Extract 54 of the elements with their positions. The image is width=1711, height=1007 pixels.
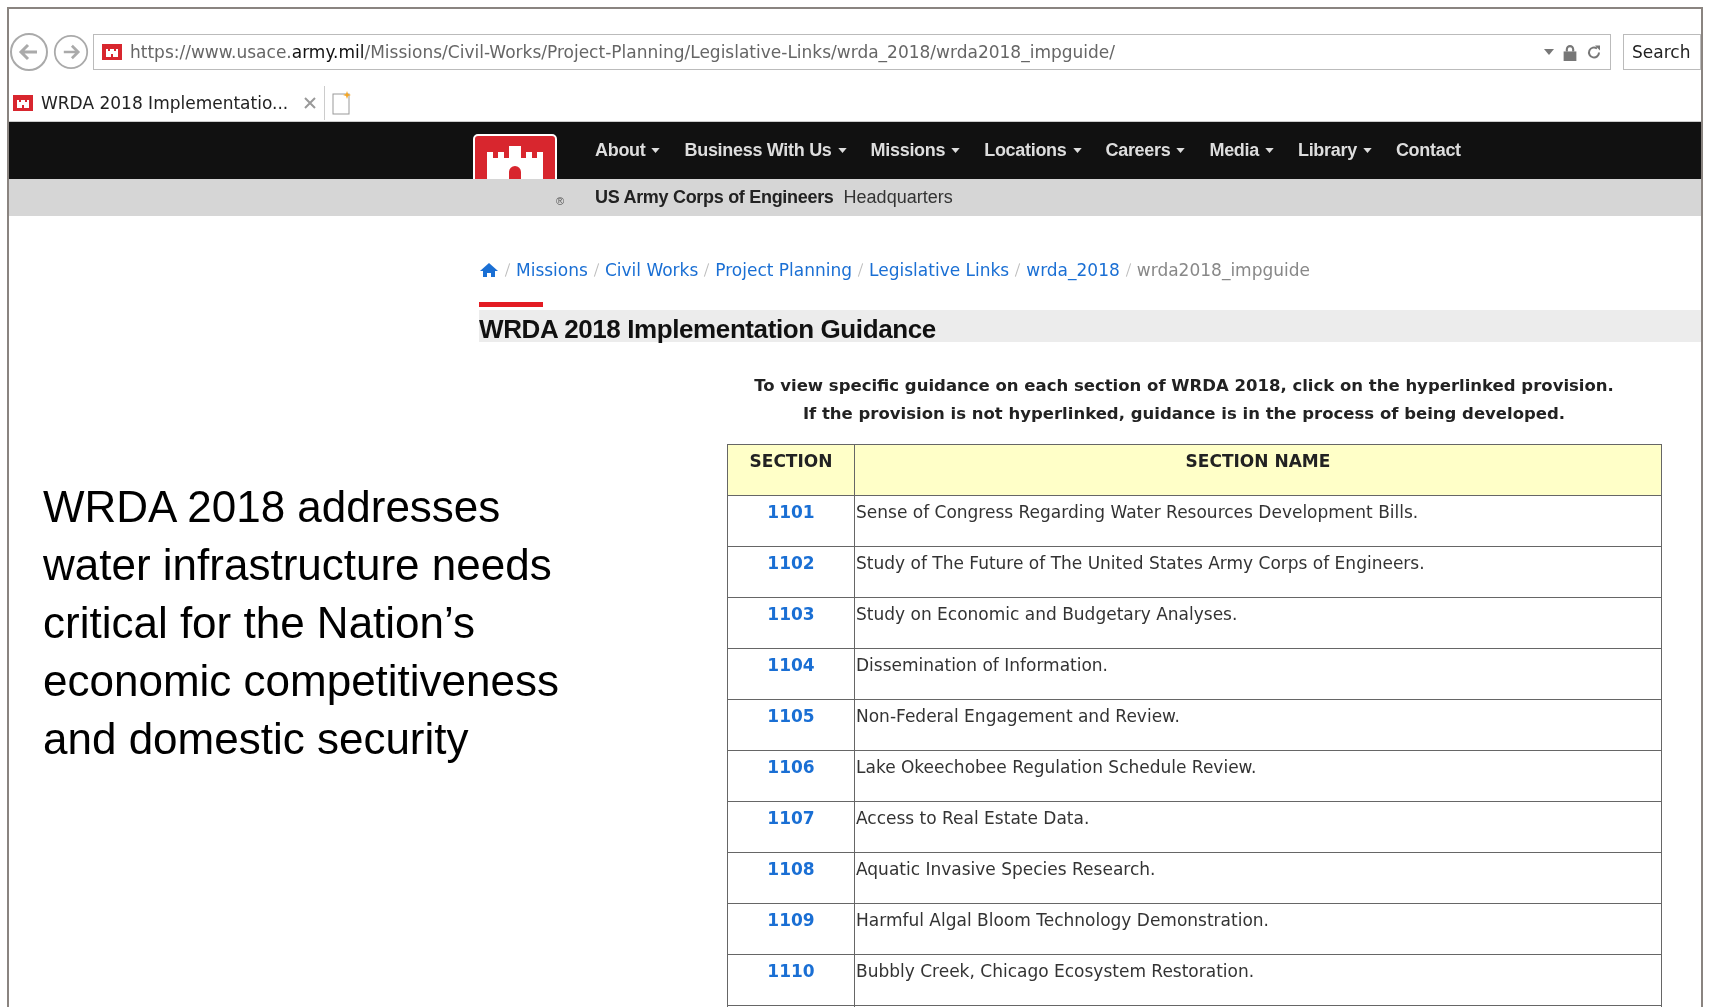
- slide-caption: WRDA 2018 addresses water infrastructure needs critical for the Nation’s economic competitiveness and domestic security: [42, 481, 560, 765]
- column-header: SECTION NAME: [854, 444, 1662, 496]
- nav-menu-item[interactable]: Missions: [870, 140, 946, 161]
- table-cell: Study on Economic and Budgetary Analyses.: [854, 597, 1662, 649]
- office-name: Headquarters: [843, 187, 953, 208]
- instruction-text: If the provision is not hyperlinked, guidance is in the process of being developed.: [801, 403, 1567, 425]
- dropdown-icon[interactable]: [1544, 49, 1554, 55]
- page-title: WRDA 2018 Implementation Guidance: [479, 313, 937, 345]
- nav-menu-item[interactable]: Library: [1297, 140, 1357, 161]
- section-link[interactable]: 1102: [767, 553, 815, 573]
- breadcrumb-link[interactable]: wrda_2018: [1026, 260, 1120, 280]
- column-header: SECTION: [727, 444, 855, 496]
- back-icon[interactable]: [9, 32, 49, 72]
- table-cell: Dissemination of Information.: [854, 648, 1662, 700]
- section-link[interactable]: 1103: [767, 604, 815, 624]
- refresh-icon[interactable]: [1586, 43, 1602, 61]
- table-cell: Aquatic Invasive Species Research.: [854, 852, 1662, 904]
- section-link[interactable]: 1101: [767, 502, 815, 522]
- nav-menu-item[interactable]: Careers: [1105, 140, 1171, 161]
- section-link[interactable]: 1109: [767, 910, 815, 930]
- close-icon[interactable]: [304, 97, 317, 109]
- breadcrumb-link[interactable]: Legislative Links: [869, 260, 1010, 280]
- castle-icon: [13, 95, 33, 111]
- breadcrumb-link[interactable]: Missions: [516, 260, 588, 280]
- table-cell: Sense of Congress Regarding Water Resources Development Bills.: [854, 495, 1662, 547]
- breadcrumb-link[interactable]: Project Planning: [715, 260, 853, 280]
- table-cell: Lake Okeechobee Regulation Schedule Review.: [854, 750, 1662, 802]
- org-name[interactable]: US Army Corps of Engineers: [595, 187, 834, 208]
- nav-menu-item[interactable]: Locations: [984, 140, 1067, 161]
- breadcrumb-link[interactable]: Civil Works: [604, 260, 699, 280]
- table-cell: Access to Real Estate Data.: [854, 801, 1662, 853]
- table-cell: Study of The Future of The United States Army Corps of Engineers.: [854, 546, 1662, 598]
- nav-menu-item[interactable]: Business With Us: [684, 140, 832, 161]
- table-cell: Non-Federal Engagement and Review.: [854, 699, 1662, 751]
- section-link[interactable]: 1104: [767, 655, 815, 675]
- section-link[interactable]: 1108: [767, 859, 815, 879]
- section-link[interactable]: 1107: [767, 808, 815, 828]
- breadcrumb-current: wrda2018_impguide: [1136, 260, 1310, 280]
- nav-menu-item[interactable]: About: [595, 140, 646, 161]
- registered-mark: ®: [556, 195, 565, 207]
- search-field[interactable]: Search: [1623, 34, 1701, 70]
- section-link[interactable]: 1110: [767, 961, 815, 981]
- nav-menu-item[interactable]: Media: [1209, 140, 1259, 161]
- section-link[interactable]: 1106: [767, 757, 815, 777]
- table-cell: Harmful Algal Bloom Technology Demonstration.: [854, 903, 1662, 955]
- castle-icon: [102, 44, 122, 60]
- instruction-text: To view specific guidance on each section of WRDA 2018, click on the hyperlinked provision.: [753, 375, 1615, 397]
- forward-icon[interactable]: [53, 34, 89, 70]
- nav-menu-item[interactable]: Contact: [1395, 140, 1461, 161]
- lock-icon: [1562, 43, 1578, 61]
- table-cell: Bubbly Creek, Chicago Ecosystem Restoration.: [854, 954, 1662, 1006]
- address-bar[interactable]: https://www.usace.army.mil/Missions/Civil-Works/Project-Planning/Legislative-Links/wrda_2018/wrda2018_impguide/: [93, 34, 1611, 70]
- home-icon[interactable]: [479, 262, 499, 278]
- section-link[interactable]: 1105: [767, 706, 815, 726]
